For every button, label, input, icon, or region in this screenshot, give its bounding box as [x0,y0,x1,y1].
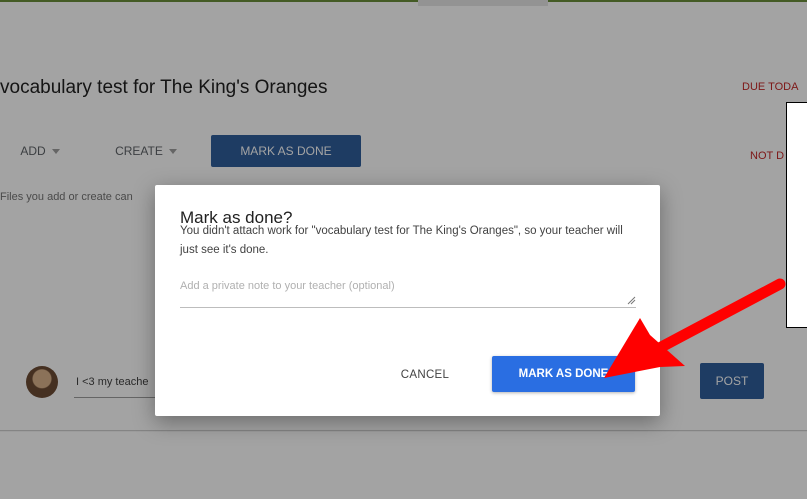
private-note-field[interactable] [180,280,636,308]
mark-as-done-dialog: Mark as done? You didn't attach work for… [155,185,660,416]
cancel-button[interactable]: CANCEL [381,358,469,392]
confirm-mark-as-done-button[interactable]: MARK AS DONE [492,356,635,392]
resize-handle-icon[interactable] [627,296,636,305]
dialog-message: You didn't attach work for "vocabulary t… [180,225,623,256]
annotation-callout-box [786,102,807,328]
